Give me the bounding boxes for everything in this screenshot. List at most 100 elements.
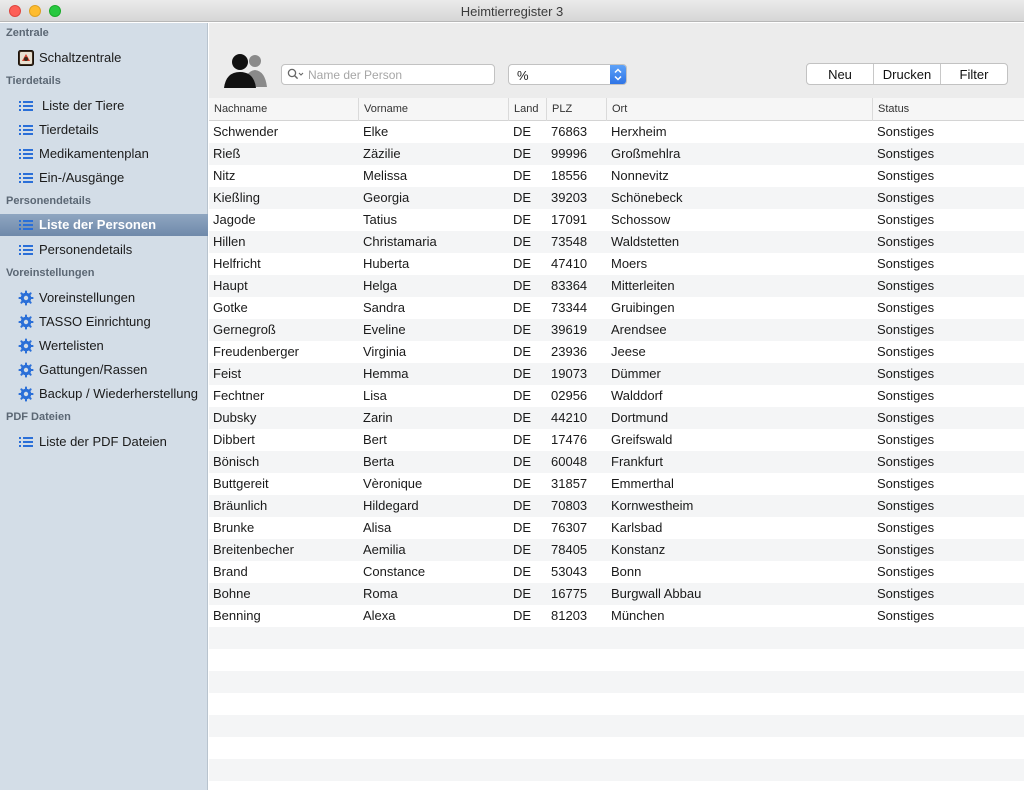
column-header-plz[interactable]: PLZ: [546, 98, 606, 121]
column-header-land[interactable]: Land: [508, 98, 546, 121]
cell-ort: Herxheim: [611, 124, 667, 139]
cell-ort: Schönebeck: [611, 190, 683, 205]
title-bar[interactable]: Heimtierregister 3: [0, 0, 1024, 22]
cell-vorname: Huberta: [363, 256, 410, 271]
cell-plz: 60048: [551, 454, 588, 469]
cell-plz: 19073: [551, 366, 588, 381]
cell-status: Sonstiges: [877, 344, 935, 359]
cell-nachname: Bohne: [213, 586, 251, 601]
cell-land: DE: [513, 564, 532, 579]
empty-row: [209, 627, 1024, 649]
table-row[interactable]: Fechtner Lisa DE 02956 Walddorf Sonstiges: [209, 385, 1024, 407]
sidebar-item-medikamentenplan[interactable]: Medikamentenplan: [0, 143, 208, 165]
print-button[interactable]: Drucken: [874, 64, 941, 84]
cell-nachname: Buttgereit: [213, 476, 269, 491]
table-row[interactable]: Gotke Sandra DE 73344 Gruibingen Sonstiges: [209, 297, 1024, 319]
sidebar-item-liste-der-personen[interactable]: Liste der Personen: [0, 214, 208, 236]
empty-row: [209, 737, 1024, 759]
cell-ort: Dümmer: [611, 366, 661, 381]
chevron-up-down-icon[interactable]: [610, 65, 626, 84]
cell-land: DE: [513, 344, 532, 359]
column-header-nachname[interactable]: Nachname: [209, 98, 358, 121]
table-row[interactable]: Rieß Zäzilie DE 99996 Großmehlra Sonstiges: [209, 143, 1024, 165]
table-row[interactable]: Jagode Tatius DE 17091 Schossow Sonstiges: [209, 209, 1024, 231]
table-row[interactable]: Feist Hemma DE 19073 Dümmer Sonstiges: [209, 363, 1024, 385]
sidebar-item-wertelisten[interactable]: Wertelisten: [0, 335, 208, 357]
cell-status: Sonstiges: [877, 498, 935, 513]
sidebar-item-personendetails[interactable]: Personendetails: [0, 239, 208, 261]
cell-vorname: Helga: [363, 278, 397, 293]
gear-icon: [18, 290, 34, 306]
table-row[interactable]: Hillen Christamaria DE 73548 Waldstetten Sons…: [209, 231, 1024, 253]
table-row[interactable]: Bohne Roma DE 16775 Burgwall Abbau Sonstiges: [209, 583, 1024, 605]
cell-ort: München: [611, 608, 665, 623]
cell-nachname: Dibbert: [213, 432, 255, 447]
table-row[interactable]: Breitenbecher Aemilia DE 78405 Konstanz Sonst…: [209, 539, 1024, 561]
cell-land: DE: [513, 322, 532, 337]
section-header-pdf-dateien: PDF Dateien: [6, 411, 71, 423]
cell-nachname: Rieß: [213, 146, 241, 161]
cell-status: Sonstiges: [877, 234, 935, 249]
cell-vorname: Sandra: [363, 300, 405, 315]
table-row[interactable]: Haupt Helga DE 83364 Mitterleiten Sonstiges: [209, 275, 1024, 297]
sidebar-item-schaltzentrale[interactable]: Schaltzentrale: [0, 47, 208, 69]
sidebar-item-liste-der-pdf-dateien[interactable]: Liste der PDF Dateien: [0, 431, 208, 453]
sidebar-item-tierdetails[interactable]: Tierdetails: [0, 119, 208, 141]
search-input[interactable]: [308, 66, 492, 83]
cell-ort: Großmehlra: [611, 146, 681, 161]
cell-land: DE: [513, 146, 532, 161]
new-button[interactable]: Neu: [807, 64, 874, 84]
table-row[interactable]: Nitz Melissa DE 18556 Nonnevitz Sonstiges: [209, 165, 1024, 187]
table-row[interactable]: Gernegroß Eveline DE 39619 Arendsee Sonstiges: [209, 319, 1024, 341]
cell-nachname: Haupt: [213, 278, 248, 293]
table-row[interactable]: Bönisch Berta DE 60048 Frankfurt Sonstiges: [209, 451, 1024, 473]
cell-land: DE: [513, 454, 532, 469]
cell-ort: Burgwall Abbau: [611, 586, 702, 601]
search-icon: [287, 68, 304, 80]
sidebar-item-liste-der-tiere[interactable]: Liste der Tiere: [0, 95, 208, 117]
table-row[interactable]: Dubsky Zarin DE 44210 Dortmund Sonstiges: [209, 407, 1024, 429]
table-row[interactable]: Dibbert Bert DE 17476 Greifswald Sonstiges: [209, 429, 1024, 451]
table-row[interactable]: Schwender Elke DE 76863 Herxheim Sonstiges: [209, 121, 1024, 143]
cell-land: DE: [513, 190, 532, 205]
table-row[interactable]: Brand Constance DE 53043 Bonn Sonstiges: [209, 561, 1024, 583]
sidebar-item-ein-ausgaenge[interactable]: Ein-/Ausgänge: [0, 167, 208, 189]
section-header-zentrale: Zentrale: [6, 27, 49, 39]
sidebar-item-backup-wiederherstellung[interactable]: Backup / Wiederherstellung: [0, 383, 208, 405]
table-row[interactable]: Benning Alexa DE 81203 München Sonstiges: [209, 605, 1024, 627]
table-row[interactable]: Bräunlich Hildegard DE 70803 Kornwestheim Son…: [209, 495, 1024, 517]
cell-status: Sonstiges: [877, 454, 935, 469]
cell-ort: Karlsbad: [611, 520, 663, 535]
table-row[interactable]: Kießling Georgia DE 39203 Schönebeck Sonstige…: [209, 187, 1024, 209]
person-search-field[interactable]: [281, 64, 495, 85]
list-icon: [18, 122, 34, 138]
sidebar-item-tasso-einrichtung[interactable]: TASSO Einrichtung: [0, 311, 208, 333]
cell-nachname: Benning: [213, 608, 261, 623]
cell-plz: 81203: [551, 608, 588, 623]
sidebar-item-gattungen-rassen[interactable]: Gattungen/Rassen: [0, 359, 208, 381]
table-row[interactable]: Freudenberger Virginia DE 23936 Jeese Sonstig…: [209, 341, 1024, 363]
sidebar-item-label: TASSO Einrichtung: [39, 314, 151, 329]
table-row[interactable]: Buttgereit Vèronique DE 31857 Emmerthal Sonst…: [209, 473, 1024, 495]
cell-plz: 73344: [551, 300, 588, 315]
cell-plz: 02956: [551, 388, 588, 403]
cell-vorname: Alisa: [363, 520, 392, 535]
filter-select[interactable]: %: [508, 64, 627, 85]
gear-icon: [18, 338, 34, 354]
filter-button[interactable]: Filter: [941, 64, 1007, 84]
sidebar-item-voreinstellungen[interactable]: Voreinstellungen: [0, 287, 208, 309]
sidebar-item-label: Medikamentenplan: [39, 146, 149, 161]
app-window: Heimtierregister 3 Zentrale Schaltzentra…: [0, 0, 1024, 790]
table-row[interactable]: Helfricht Huberta DE 47410 Moers Sonstiges: [209, 253, 1024, 275]
cell-plz: 39203: [551, 190, 588, 205]
gear-icon: [18, 314, 34, 330]
cell-ort: Walddorf: [611, 388, 663, 403]
cell-plz: 16775: [551, 586, 588, 601]
cell-status: Sonstiges: [877, 124, 935, 139]
column-header-ort[interactable]: Ort: [606, 98, 872, 121]
sidebar-item-label: Tierdetails: [39, 122, 99, 137]
column-header-status[interactable]: Status: [872, 98, 1022, 121]
filter-select-value: %: [517, 68, 529, 83]
table-row[interactable]: Brunke Alisa DE 76307 Karlsbad Sonstiges: [209, 517, 1024, 539]
column-header-vorname[interactable]: Vorname: [358, 98, 508, 121]
